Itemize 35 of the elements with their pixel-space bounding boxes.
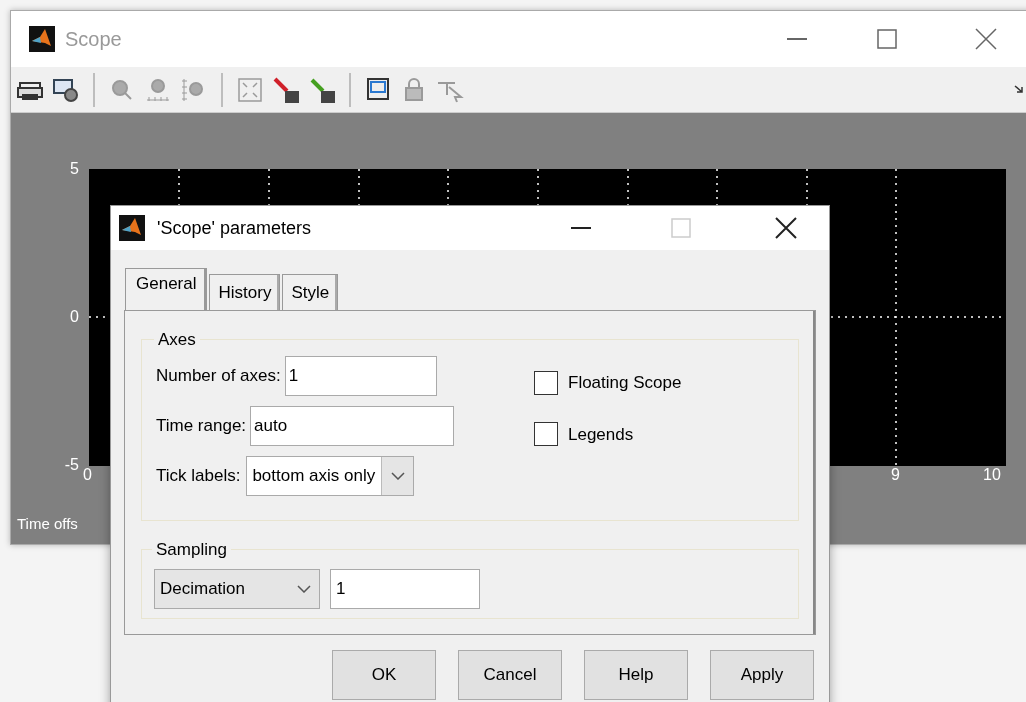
dialog-button[interactable]: OK bbox=[332, 650, 436, 700]
axis-tick-label: 5 bbox=[69, 159, 79, 179]
tick-labels-dropdown[interactable]: bottom axis only bbox=[246, 456, 415, 496]
maximize-icon[interactable] bbox=[877, 29, 897, 49]
time-offset-label: Time offs bbox=[17, 514, 78, 534]
minimize-icon[interactable] bbox=[571, 226, 591, 230]
toolbar-overflow-icon[interactable] bbox=[1014, 84, 1024, 94]
field-label: Tick labels: bbox=[156, 465, 241, 488]
chevron-down-icon bbox=[297, 585, 311, 593]
dialog-title: 'Scope' parameters bbox=[157, 216, 311, 240]
axis-tick-label: 0 bbox=[83, 465, 92, 485]
checkbox-label: Legends bbox=[568, 423, 634, 446]
field-label: Number of axes: bbox=[156, 365, 281, 388]
field-label: Time range: bbox=[156, 415, 247, 438]
maximize-icon bbox=[671, 218, 691, 238]
close-icon[interactable] bbox=[775, 217, 797, 239]
checkbox[interactable] bbox=[534, 422, 558, 447]
tab[interactable]: General bbox=[125, 268, 208, 310]
axis-tick-label: 10 bbox=[983, 465, 1001, 485]
axis-tick-label: 9 bbox=[891, 465, 900, 485]
sampling-mode-dropdown[interactable]: Decimation bbox=[154, 569, 320, 609]
number-of-axes-field[interactable]: 1 bbox=[284, 356, 437, 396]
time-range-field[interactable]: auto bbox=[250, 406, 455, 446]
tab[interactable]: Style bbox=[282, 274, 339, 310]
checkbox-label: Floating Scope bbox=[568, 372, 682, 394]
dialog-button[interactable]: Cancel bbox=[458, 650, 562, 700]
tab[interactable]: History bbox=[209, 274, 281, 310]
axis-tick-label: -5 bbox=[63, 455, 79, 475]
chevron-down-icon bbox=[390, 472, 405, 480]
dialog-button[interactable]: Apply bbox=[710, 650, 814, 700]
window-title: Scope bbox=[65, 27, 122, 52]
dialog-button[interactable]: Help bbox=[584, 650, 688, 700]
axis-tick-label: 0 bbox=[69, 307, 79, 327]
sampling-value-field[interactable]: 1 bbox=[330, 569, 480, 609]
checkbox[interactable] bbox=[534, 370, 558, 395]
